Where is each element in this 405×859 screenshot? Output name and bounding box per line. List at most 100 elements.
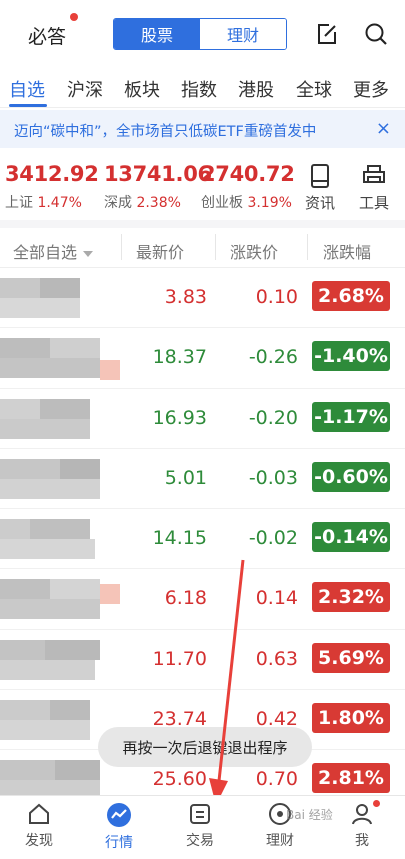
pct-change-badge[interactable]: 5.69% [312, 642, 390, 673]
stock-name-blurred [0, 519, 110, 561]
index-value: 3412.92 [5, 162, 99, 186]
seg-tab-stocks[interactable]: 股票 [114, 19, 200, 49]
nav-label: 理财 [266, 833, 294, 849]
tab-more[interactable]: 更多 [353, 76, 389, 102]
table-row[interactable]: 11.70 0.63 5.69% [0, 630, 405, 691]
table-row[interactable]: 18.37 -0.26 -1.40% [0, 328, 405, 389]
table-row[interactable]: 6.18 0.14 2.32% [0, 569, 405, 630]
pct-change-badge[interactable]: -1.17% [312, 401, 390, 432]
pct-change-badge[interactable]: 1.80% [312, 703, 390, 734]
pct-change-badge[interactable]: -1.40% [312, 341, 390, 372]
index-strip: 3412.92 上证 1.47% 13741.06 深成 2.38% 2740.… [0, 150, 405, 228]
tab-global[interactable]: 全球 [296, 76, 332, 102]
market-tabs: 自选 沪深 板块 指数 港股 全球 更多 [0, 66, 405, 108]
nav-trade[interactable]: 交易 [170, 802, 230, 850]
exit-toast: 再按一次后退键退出程序 [98, 727, 312, 767]
tools-tool[interactable]: 工具 [354, 164, 394, 213]
header-price[interactable]: 最新价 [136, 239, 184, 263]
pct-change-badge[interactable]: -0.60% [312, 461, 390, 492]
pct-change-badge[interactable]: 2.32% [312, 582, 390, 613]
header-change[interactable]: 涨跌价 [230, 239, 278, 263]
index-value: 2740.72 [201, 162, 295, 186]
price-change: -0.02 [248, 527, 298, 550]
latest-price: 25.60 [152, 768, 207, 791]
index-pct: 3.19% [247, 195, 292, 211]
price-change: -0.20 [248, 406, 298, 429]
stock-name-blurred [0, 278, 110, 320]
latest-price: 6.18 [164, 587, 207, 610]
nav-me[interactable]: 我 [332, 802, 392, 850]
tab-indices[interactable]: 指数 [181, 76, 217, 102]
tool-label: 资讯 [304, 194, 335, 212]
watermark: Bai 经验 [286, 808, 333, 822]
nav-label: 发现 [25, 833, 53, 849]
price-change: 0.10 [255, 286, 298, 308]
column-divider [121, 234, 122, 260]
nav-discover[interactable]: 发现 [9, 802, 69, 850]
tab-watchlist[interactable]: 自选 [9, 76, 45, 102]
brand-label[interactable]: 必答 [28, 22, 66, 49]
header-pct[interactable]: 涨跌幅 [323, 239, 371, 263]
stock-name-blurred [0, 398, 110, 441]
phone-news-icon [311, 164, 329, 188]
header-label: 全部自选 [13, 243, 78, 262]
nav-label: 交易 [186, 833, 214, 849]
pct-change-badge[interactable]: 2.81% [312, 763, 390, 794]
price-change: 0.70 [255, 768, 298, 791]
news-tool[interactable]: 资讯 [300, 164, 340, 213]
close-icon[interactable]: × [376, 118, 391, 139]
nav-label: 我 [355, 833, 369, 849]
latest-price: 11.70 [152, 647, 207, 670]
price-change: -0.03 [248, 466, 298, 489]
tab-hk-stocks[interactable]: 港股 [238, 76, 274, 102]
top-header: 必答 股票 理财 [0, 0, 405, 66]
search-icon[interactable] [364, 22, 388, 46]
index-name: 上证 [5, 195, 33, 211]
price-change: -0.26 [248, 346, 298, 369]
bottom-nav: 发现 行情 交易 理财 我 [0, 795, 405, 859]
table-header: 全部自选 最新价 涨跌价 涨跌幅 [0, 228, 405, 268]
edit-icon[interactable] [315, 22, 339, 46]
index-chinext[interactable]: 2740.72 创业板 3.19% [201, 162, 295, 212]
latest-price: 3.83 [164, 286, 207, 308]
stock-name-blurred [0, 579, 120, 621]
table-row[interactable]: 3.83 0.10 2.68% [0, 268, 405, 329]
index-shanghai[interactable]: 3412.92 上证 1.47% [5, 162, 99, 212]
table-row[interactable]: 14.15 -0.02 -0.14% [0, 509, 405, 570]
latest-price: 16.93 [152, 406, 207, 429]
table-row[interactable]: 5.01 -0.03 -0.60% [0, 449, 405, 510]
seg-tab-finance[interactable]: 理财 [200, 19, 286, 49]
index-name: 深成 [104, 195, 132, 211]
index-pct: 2.38% [136, 195, 181, 211]
tool-label: 工具 [358, 194, 389, 212]
latest-price: 18.37 [152, 346, 207, 369]
promo-banner[interactable]: 迈向“碳中和”，全市场首只低碳ETF重磅首发中 × [0, 110, 405, 148]
price-change: 0.14 [255, 587, 298, 610]
latest-price: 14.15 [152, 527, 207, 550]
column-divider [215, 234, 216, 260]
banner-text[interactable]: 迈向“碳中和”，全市场首只低碳ETF重磅首发中 [14, 120, 316, 141]
index-value: 13741.06 [104, 162, 212, 186]
latest-price: 5.01 [164, 466, 207, 489]
printer-tool-icon [363, 165, 385, 183]
column-divider [307, 234, 308, 260]
table-row[interactable]: 16.93 -0.20 -1.17% [0, 389, 405, 449]
tab-shanghai-shenzhen[interactable]: 沪深 [67, 76, 103, 102]
nav-label: 行情 [105, 835, 133, 851]
user-icon [352, 804, 372, 825]
segment-switch: 股票 理财 [113, 18, 287, 50]
pct-change-badge[interactable]: 2.68% [312, 281, 390, 311]
stock-name-blurred [0, 639, 110, 682]
header-name-filter[interactable]: 全部自选 [13, 239, 94, 263]
tab-sectors[interactable]: 板块 [124, 76, 160, 102]
pct-change-badge[interactable]: -0.14% [312, 522, 390, 553]
trade-icon [190, 804, 210, 824]
index-shenzhen[interactable]: 13741.06 深成 2.38% [104, 162, 212, 212]
stock-name-blurred [0, 700, 110, 742]
notification-dot [70, 13, 78, 21]
nav-market[interactable]: 行情 [89, 802, 149, 852]
price-change: 0.63 [255, 647, 298, 670]
index-pct: 1.47% [37, 195, 82, 211]
home-icon [29, 803, 49, 824]
market-icon [107, 803, 131, 827]
